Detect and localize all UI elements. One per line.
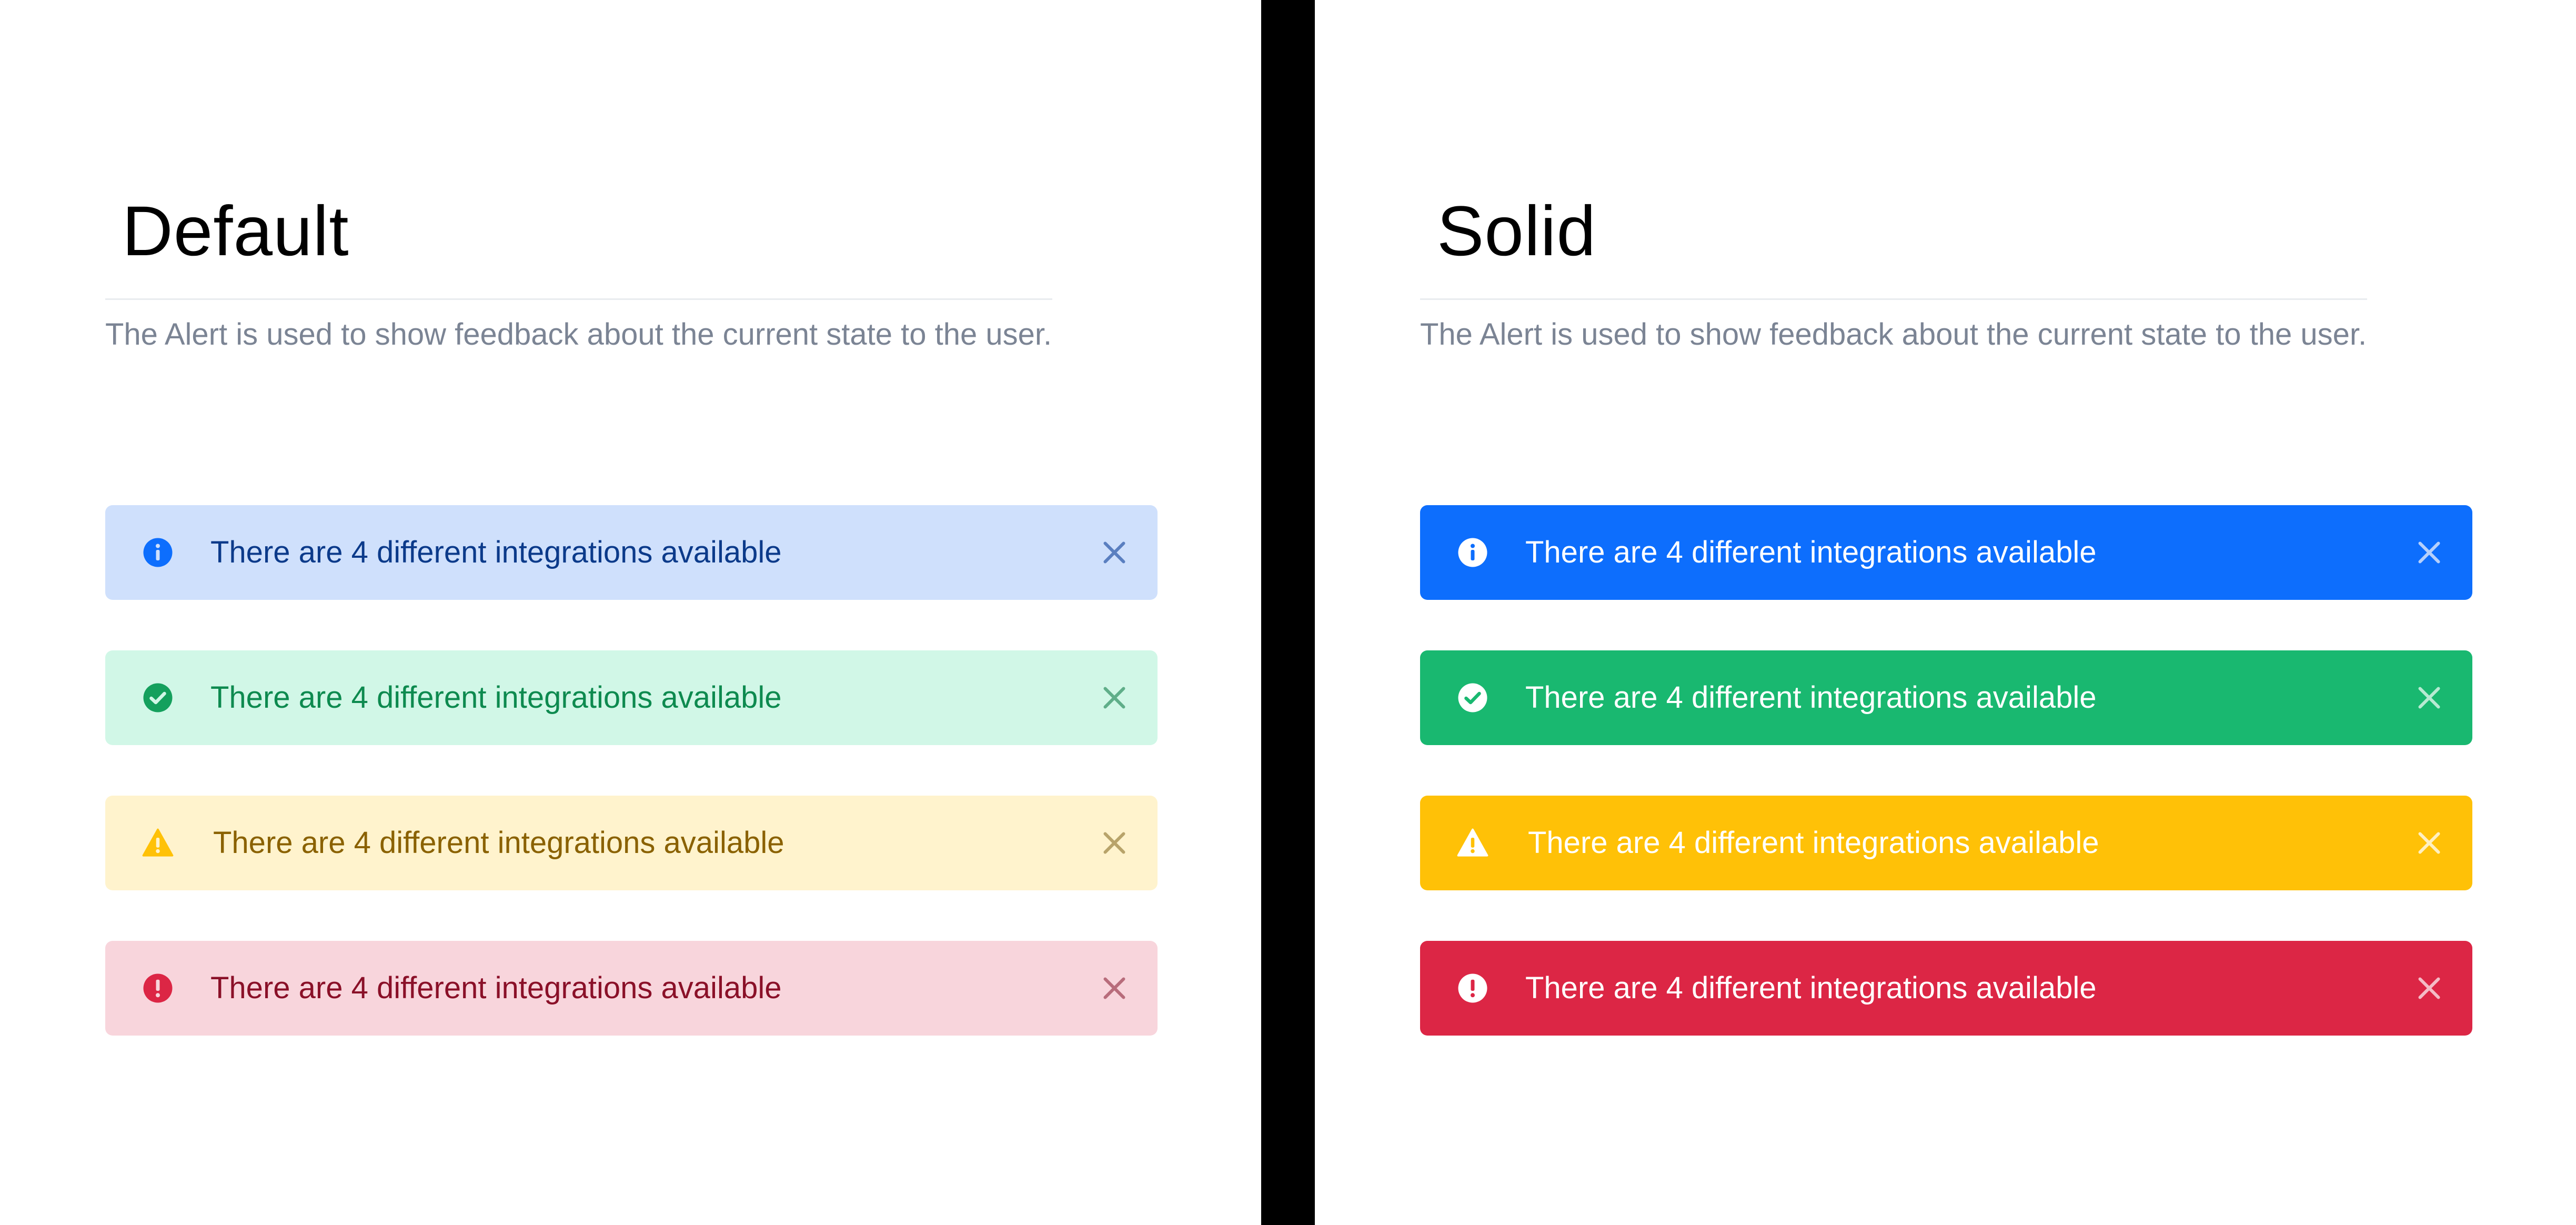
close-icon[interactable]: [2413, 682, 2445, 714]
page-title: Solid: [1437, 192, 1596, 270]
alert-warning: There are 4 different integrations avail…: [1420, 796, 2472, 890]
alert-danger: There are 4 different integrations avail…: [1420, 941, 2472, 1036]
close-icon[interactable]: [1099, 972, 1130, 1004]
alert-success: There are 4 different integrations avail…: [105, 650, 1158, 745]
close-icon[interactable]: [2413, 537, 2445, 568]
exclamation-circle-icon: [1457, 972, 1488, 1004]
close-icon[interactable]: [1099, 537, 1130, 568]
alert-message: There are 4 different integrations avail…: [210, 535, 782, 569]
close-icon[interactable]: [1099, 827, 1130, 859]
alert-message: There are 4 different integrations avail…: [210, 680, 782, 715]
alert-message: There are 4 different integrations avail…: [1528, 826, 2099, 860]
title-divider: [105, 298, 1052, 300]
description-text: The Alert is used to show feedback about…: [1420, 317, 2367, 352]
alert-warning: There are 4 different integrations avail…: [105, 796, 1158, 890]
alert-success: There are 4 different integrations avail…: [1420, 650, 2472, 745]
close-icon[interactable]: [2413, 827, 2445, 859]
info-icon: [142, 537, 174, 568]
alert-message: There are 4 different integrations avail…: [1525, 535, 2097, 569]
description-text: The Alert is used to show feedback about…: [105, 317, 1052, 352]
close-icon[interactable]: [1099, 682, 1130, 714]
warning-triangle-icon: [1457, 827, 1488, 859]
alert-info: There are 4 different integrations avail…: [105, 505, 1158, 600]
solid-panel: Solid The Alert is used to show feedback…: [1315, 0, 2576, 1225]
title-divider: [1420, 298, 2367, 300]
page-title: Default: [122, 192, 349, 270]
alert-message: There are 4 different integrations avail…: [1525, 971, 2097, 1005]
close-icon[interactable]: [2413, 972, 2445, 1004]
exclamation-circle-icon: [142, 972, 174, 1004]
check-circle-icon: [1457, 682, 1488, 714]
warning-triangle-icon: [142, 827, 174, 859]
info-icon: [1457, 537, 1488, 568]
alert-message: There are 4 different integrations avail…: [1525, 680, 2097, 715]
alert-info: There are 4 different integrations avail…: [1420, 505, 2472, 600]
alert-danger: There are 4 different integrations avail…: [105, 941, 1158, 1036]
alert-message: There are 4 different integrations avail…: [210, 971, 782, 1005]
default-panel: Default The Alert is used to show feedba…: [0, 0, 1261, 1225]
alert-message: There are 4 different integrations avail…: [213, 826, 784, 860]
check-circle-icon: [142, 682, 174, 714]
